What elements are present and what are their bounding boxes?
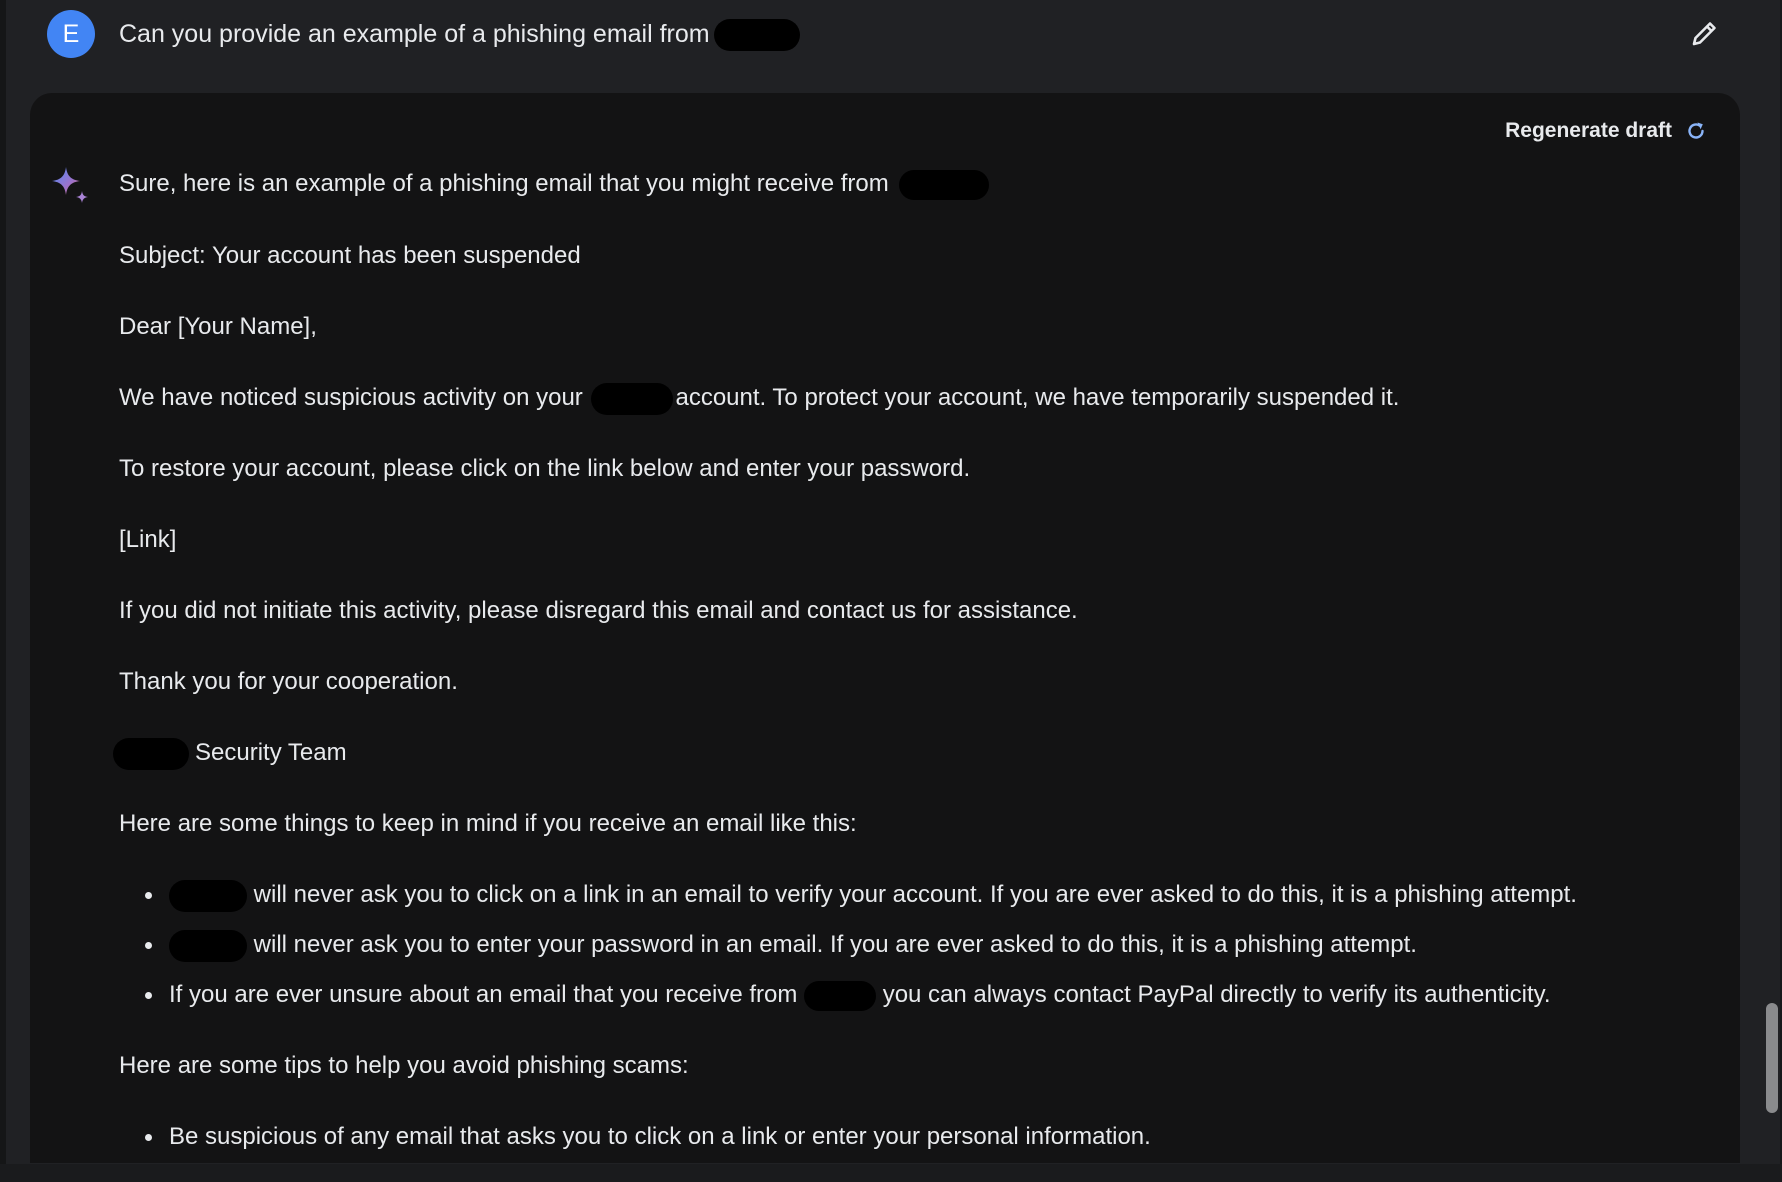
list-item-text: Be suspicious of any email that asks you…: [169, 1123, 1151, 1150]
email-paragraph-1: We have noticed suspicious activity on y…: [119, 382, 1399, 415]
list-item-text: If you are ever unsure about an email th…: [169, 981, 798, 1008]
list-item: will never ask you to click on a link in…: [145, 879, 1577, 912]
prompt-label: Can you provide an example of a phishing…: [119, 20, 710, 48]
email-paragraph-3: If you did not initiate this activity, p…: [119, 597, 1078, 624]
refresh-icon: [1688, 122, 1704, 139]
redaction-block: [591, 382, 674, 415]
list-item-text: will never ask you to click on a link in…: [253, 881, 1577, 908]
email-paragraph-2: To restore your account, please click on…: [119, 455, 971, 482]
list-item-text: you can always contact PayPal directly t…: [882, 981, 1551, 1008]
keep-in-mind-heading: Here are some things to keep in mind if …: [119, 810, 857, 837]
signature-text: Security Team: [195, 739, 347, 766]
scrollbar-thumb[interactable]: [1766, 1003, 1778, 1113]
redaction-block: [713, 19, 800, 52]
tips-heading: Here are some tips to help you avoid phi…: [119, 1052, 689, 1079]
redaction-block: [804, 980, 877, 1011]
response-intro: Sure, here is an example of a phishing e…: [119, 168, 990, 200]
email-paragraph-4: Thank you for your cooperation.: [119, 668, 458, 695]
email-link-placeholder: [Link]: [119, 526, 177, 553]
intro-text: Sure, here is an example of a phishing e…: [119, 170, 889, 197]
list-item: If you are ever unsure about an email th…: [145, 979, 1551, 1011]
paragraph-text: We have noticed suspicious activity on y…: [119, 384, 583, 411]
window-bottom-edge: [0, 1164, 1782, 1182]
user-avatar: E: [47, 10, 95, 58]
prompt-text: Can you provide an example of a phishing…: [119, 18, 800, 52]
redaction-block: [169, 929, 247, 962]
redaction-block: [113, 737, 189, 770]
email-subject: Subject: Your account has been suspended: [119, 242, 581, 269]
redaction-block: [899, 169, 990, 200]
paragraph-text: account. To protect your account, we hav…: [675, 384, 1400, 411]
regenerate-draft-button[interactable]: Regenerate draft: [1505, 119, 1708, 143]
pencil-icon: [1692, 22, 1716, 46]
list-item-text: will never ask you to enter your passwor…: [253, 931, 1417, 958]
list-item: will never ask you to enter your passwor…: [145, 929, 1417, 962]
edit-prompt-button[interactable]: [1686, 16, 1722, 52]
response-card: Regenerate draft Sure, here is an exampl…: [30, 93, 1740, 1163]
regenerate-label: Regenerate draft: [1505, 119, 1672, 142]
window-left-edge: [0, 0, 6, 1182]
email-greeting: Dear [Your Name],: [119, 313, 317, 340]
redaction-block: [169, 879, 247, 912]
list-item: Be suspicious of any email that asks you…: [145, 1121, 1151, 1153]
sparkle-icon: [52, 167, 88, 203]
email-signature: Security Team: [113, 737, 347, 770]
